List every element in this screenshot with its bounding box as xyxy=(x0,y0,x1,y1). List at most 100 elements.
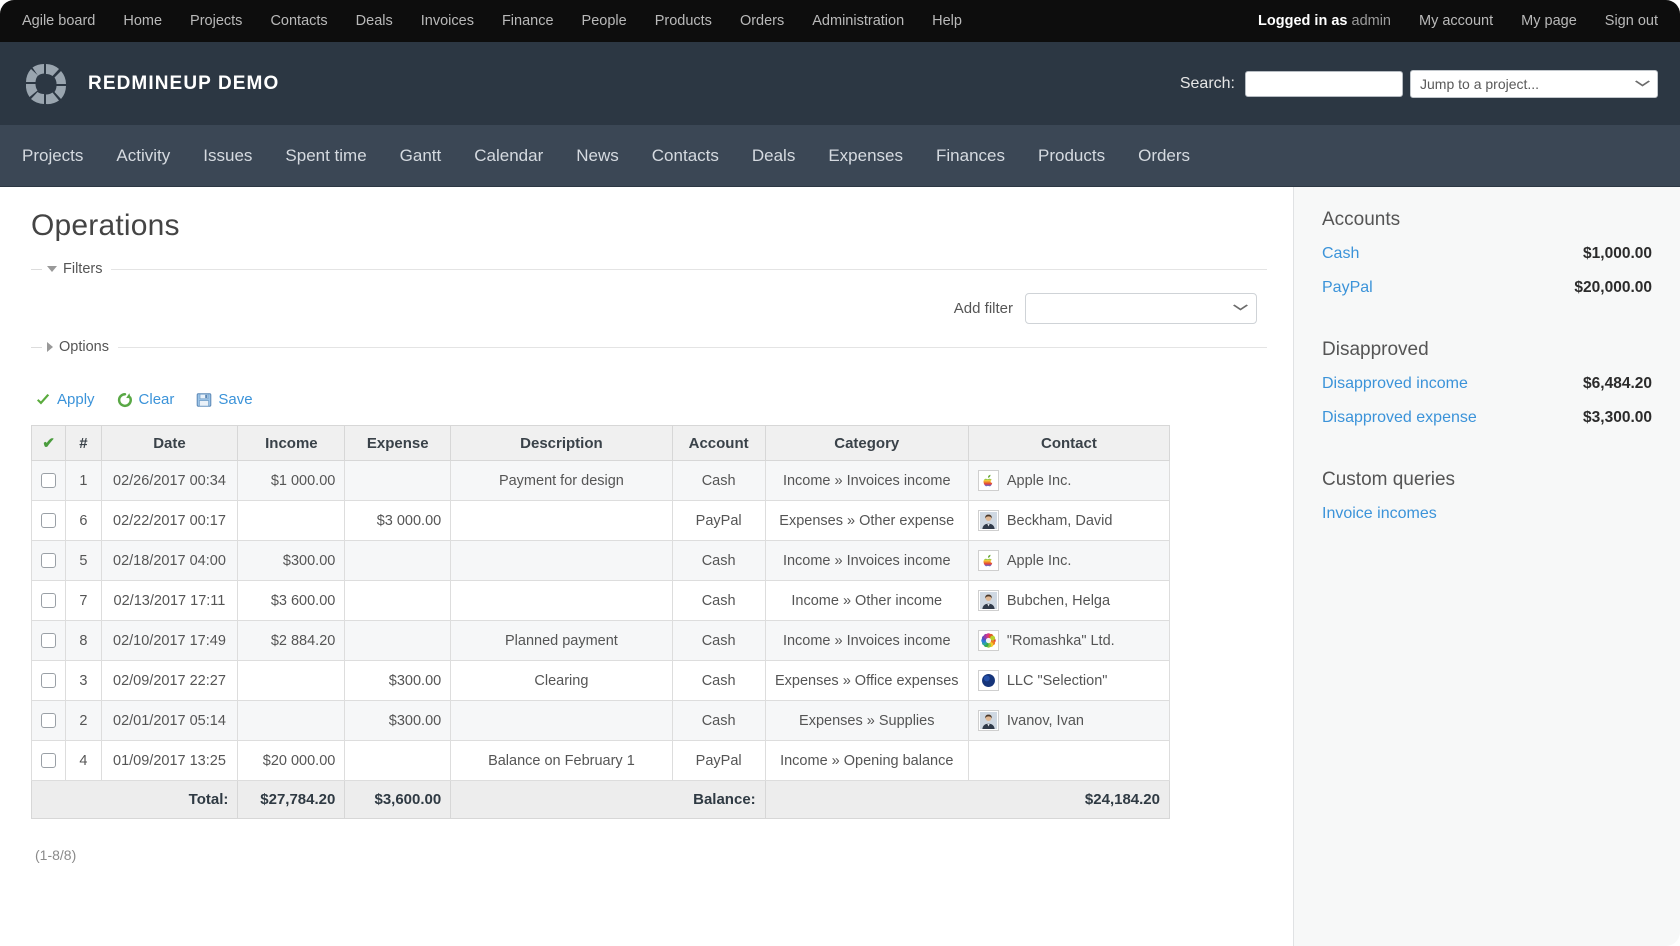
options-legend[interactable]: Options xyxy=(31,339,1267,355)
cell-category[interactable]: Income » Other income xyxy=(765,581,968,621)
cell-category[interactable]: Expenses » Other expense xyxy=(765,501,968,541)
nav-item-deals[interactable]: Deals xyxy=(752,146,795,166)
contact-name[interactable]: Bubchen, Helga xyxy=(1007,593,1110,609)
table-row[interactable]: 102/26/2017 00:34$1 000.00Payment for de… xyxy=(32,461,1170,501)
contact-name[interactable]: Apple Inc. xyxy=(1007,553,1072,569)
triangle-right-icon[interactable] xyxy=(47,342,53,352)
nav-item-spent-time[interactable]: Spent time xyxy=(285,146,366,166)
topbar-link-my-account[interactable]: My account xyxy=(1419,13,1493,29)
save-button[interactable]: Save xyxy=(196,391,252,408)
cell-contact[interactable]: Bubchen, Helga xyxy=(968,581,1169,621)
cell-number[interactable]: 5 xyxy=(66,541,101,581)
cell-number[interactable]: 6 xyxy=(66,501,101,541)
contact-name[interactable]: Ivanov, Ivan xyxy=(1007,713,1084,729)
contact-name[interactable]: LLC "Selection" xyxy=(1007,673,1108,689)
project-jump-select[interactable]: Jump to a project... xyxy=(1410,70,1658,98)
row-checkbox[interactable] xyxy=(41,713,56,728)
cell-contact[interactable]: Ivanov, Ivan xyxy=(968,701,1169,741)
cell-account[interactable]: Cash xyxy=(672,541,765,581)
nav-item-contacts[interactable]: Contacts xyxy=(652,146,719,166)
column-header-description[interactable]: Description xyxy=(451,426,672,461)
row-checkbox-cell[interactable] xyxy=(32,541,66,581)
row-checkbox-cell[interactable] xyxy=(32,461,66,501)
cell-number[interactable]: 4 xyxy=(66,741,101,781)
cell-category[interactable]: Income » Invoices income xyxy=(765,541,968,581)
column-header-income[interactable]: Income xyxy=(238,426,345,461)
clear-button[interactable]: Clear xyxy=(117,391,175,408)
contact-entry[interactable]: LLC "Selection" xyxy=(978,670,1160,691)
table-row[interactable]: 802/10/2017 17:49$2 884.20Planned paymen… xyxy=(32,621,1170,661)
nav-item-projects[interactable]: Projects xyxy=(22,146,83,166)
nav-item-news[interactable]: News xyxy=(576,146,619,166)
contact-entry[interactable]: Beckham, David xyxy=(978,510,1160,531)
cell-date[interactable]: 02/09/2017 22:27 xyxy=(101,661,238,701)
logged-in-username[interactable]: admin xyxy=(1352,13,1392,29)
column-header-expense[interactable]: Expense xyxy=(345,426,451,461)
topbar-link-my-page[interactable]: My page xyxy=(1521,13,1577,29)
table-row[interactable]: 702/13/2017 17:11$3 600.00CashIncome » O… xyxy=(32,581,1170,621)
nav-item-issues[interactable]: Issues xyxy=(203,146,252,166)
cell-category[interactable]: Expenses » Office expenses xyxy=(765,661,968,701)
contact-entry[interactable]: Ivanov, Ivan xyxy=(978,710,1160,731)
row-checkbox-cell[interactable] xyxy=(32,621,66,661)
cell-number[interactable]: 3 xyxy=(66,661,101,701)
table-row[interactable]: 302/09/2017 22:27$300.00ClearingCashExpe… xyxy=(32,661,1170,701)
add-filter-select[interactable] xyxy=(1025,293,1257,324)
contact-entry[interactable]: Bubchen, Helga xyxy=(978,590,1160,611)
row-checkbox-cell[interactable] xyxy=(32,701,66,741)
topbar-link-sign-out[interactable]: Sign out xyxy=(1605,13,1658,29)
cell-category[interactable]: Income » Invoices income xyxy=(765,621,968,661)
contact-entry[interactable]: Apple Inc. xyxy=(978,470,1160,491)
cell-category[interactable]: Expenses » Supplies xyxy=(765,701,968,741)
sidebar-link-paypal[interactable]: PayPal xyxy=(1322,279,1373,297)
table-row[interactable]: 202/01/2017 05:14$300.00CashExpenses » S… xyxy=(32,701,1170,741)
column-header-date[interactable]: Date xyxy=(101,426,238,461)
cell-account[interactable]: PayPal xyxy=(672,501,765,541)
table-row[interactable]: 401/09/2017 13:25$20 000.00Balance on Fe… xyxy=(32,741,1170,781)
column-header-category[interactable]: Category xyxy=(765,426,968,461)
nav-item-calendar[interactable]: Calendar xyxy=(474,146,543,166)
filters-legend[interactable]: Filters xyxy=(31,261,1267,277)
cell-number[interactable]: 2 xyxy=(66,701,101,741)
cell-date[interactable]: 02/22/2017 00:17 xyxy=(101,501,238,541)
cell-contact[interactable]: LLC "Selection" xyxy=(968,661,1169,701)
column-header-contact[interactable]: Contact xyxy=(968,426,1169,461)
cell-date[interactable]: 02/13/2017 17:11 xyxy=(101,581,238,621)
nav-item-gantt[interactable]: Gantt xyxy=(400,146,442,166)
topbar-link-finance[interactable]: Finance xyxy=(502,13,554,29)
check-icon[interactable]: ✔ xyxy=(42,435,55,452)
topbar-link-administration[interactable]: Administration xyxy=(812,13,904,29)
row-checkbox[interactable] xyxy=(41,673,56,688)
nav-item-expenses[interactable]: Expenses xyxy=(828,146,903,166)
cell-contact[interactable]: Beckham, David xyxy=(968,501,1169,541)
contact-name[interactable]: Apple Inc. xyxy=(1007,473,1072,489)
cell-account[interactable]: PayPal xyxy=(672,741,765,781)
cell-number[interactable]: 8 xyxy=(66,621,101,661)
cell-date[interactable]: 02/01/2017 05:14 xyxy=(101,701,238,741)
apply-button[interactable]: Apply xyxy=(35,391,95,408)
contact-entry[interactable]: "Romashka" Ltd. xyxy=(978,630,1160,651)
row-checkbox-cell[interactable] xyxy=(32,581,66,621)
topbar-link-invoices[interactable]: Invoices xyxy=(421,13,474,29)
cell-account[interactable]: Cash xyxy=(672,621,765,661)
brand-block[interactable]: REDMINEUP DEMO xyxy=(22,60,279,108)
table-row[interactable]: 602/22/2017 00:17$3 000.00PayPalExpenses… xyxy=(32,501,1170,541)
topbar-link-products[interactable]: Products xyxy=(655,13,712,29)
row-checkbox[interactable] xyxy=(41,513,56,528)
search-input[interactable] xyxy=(1245,71,1403,97)
cell-date[interactable]: 02/18/2017 04:00 xyxy=(101,541,238,581)
column-header-number[interactable]: # xyxy=(66,426,101,461)
cell-account[interactable]: Cash xyxy=(672,661,765,701)
row-checkbox-cell[interactable] xyxy=(32,741,66,781)
topbar-link-orders[interactable]: Orders xyxy=(740,13,784,29)
cell-date[interactable]: 01/09/2017 13:25 xyxy=(101,741,238,781)
sidebar-link-disapproved-expense[interactable]: Disapproved expense xyxy=(1322,409,1477,427)
cell-account[interactable]: Cash xyxy=(672,701,765,741)
cell-contact[interactable]: "Romashka" Ltd. xyxy=(968,621,1169,661)
contact-entry[interactable]: Apple Inc. xyxy=(978,550,1160,571)
column-header-account[interactable]: Account xyxy=(672,426,765,461)
select-all-header[interactable]: ✔ xyxy=(32,426,66,461)
cell-category[interactable]: Income » Invoices income xyxy=(765,461,968,501)
contact-name[interactable]: Beckham, David xyxy=(1007,513,1113,529)
row-checkbox[interactable] xyxy=(41,633,56,648)
